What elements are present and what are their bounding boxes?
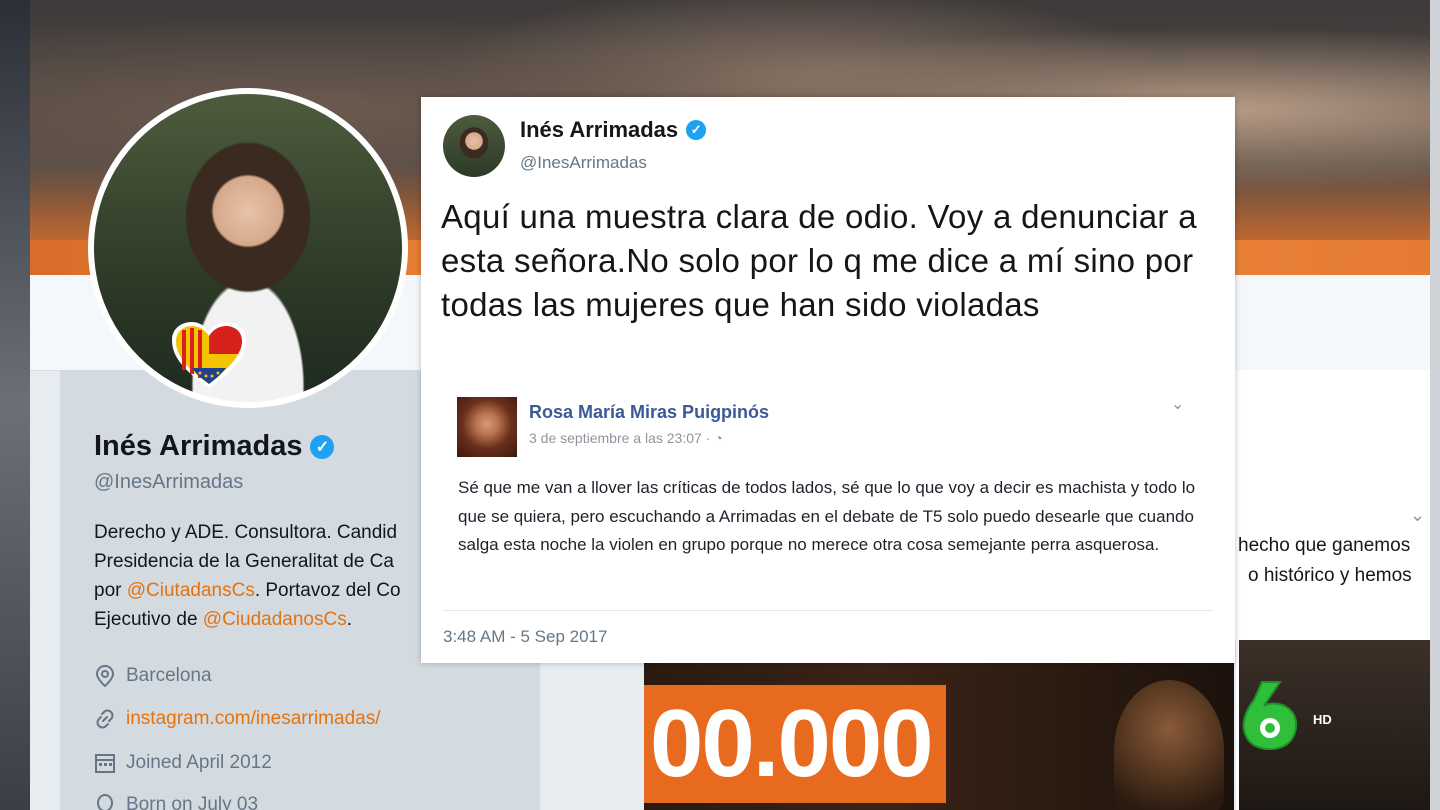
bio-line: Derecho y ADE. Consultora. Candid (94, 522, 398, 543)
bio-text: por (94, 580, 127, 601)
born-text: Born on July 03 (126, 794, 259, 810)
ciutadans-mention-link[interactable]: @CiutadansCs (127, 580, 255, 601)
profile-bio: Derecho y ADE. Consultora. Candid Presid… (94, 518, 434, 634)
video-frame-left-edge (0, 0, 30, 810)
location-pin-icon (94, 665, 116, 687)
background-tweet (1235, 370, 1430, 640)
background-tweet-text: o histórico y hemos (1248, 565, 1412, 586)
location-text: Barcelona (126, 665, 212, 686)
calendar-icon (94, 752, 116, 774)
verified-badge-icon: ✓ (310, 434, 335, 459)
profile-joined: Joined April 2012 (94, 752, 272, 774)
profile-name-text: Inés Arrimadas (94, 430, 303, 462)
balloon-icon (94, 794, 116, 810)
tweet-author-name[interactable]: Inés Arrimadas ✓ (520, 117, 707, 143)
media-thumbnail[interactable]: 00.000 (644, 660, 1234, 810)
crowd-photo (1114, 680, 1224, 810)
party-heart-logo-icon (172, 322, 246, 388)
facebook-post-date: 3 de septiembre a las 23:07 · ◔ (529, 430, 723, 446)
facebook-author-avatar (457, 397, 517, 457)
profile-avatar[interactable] (88, 88, 408, 408)
hd-badge: HD (1313, 712, 1332, 727)
profile-location: Barcelona (94, 665, 212, 687)
facebook-post-date-text: 3 de septiembre a las 23:07 · (529, 430, 715, 446)
bio-text: . Portavoz del Co (254, 580, 401, 601)
chevron-down-icon[interactable]: ⌄ (1410, 505, 1425, 526)
tweet-text: Aquí una muestra clara de odio. Voy a de… (441, 198, 1197, 323)
bio-line: por @CiutadansCs. Portavoz del Co (94, 576, 434, 605)
verified-badge-icon: ✓ (686, 120, 707, 140)
bio-line: Ejecutivo de @CiudadanosCs. (94, 605, 434, 634)
tweet-author-name-text: Inés Arrimadas (520, 117, 679, 142)
profile-website: instagram.com/inesarrimadas/ (94, 708, 380, 730)
link-icon (94, 708, 116, 730)
vote-counter: 00.000 (644, 685, 946, 803)
embedded-tweet-card: Inés Arrimadas ✓ @InesArrimadas Aquí una… (421, 97, 1235, 663)
tweet-author-handle[interactable]: @InesArrimadas (520, 153, 647, 173)
video-frame-right-edge (1430, 0, 1440, 810)
lasexta-logo-icon (1242, 681, 1298, 750)
profile-birthday: Born on July 03 (94, 794, 258, 810)
bio-text: Ejecutivo de (94, 609, 203, 630)
bio-line: Presidencia de la Generalitat de Ca (94, 551, 394, 572)
profile-handle: @InesArrimadas (94, 471, 244, 493)
globe-icon: ◔ (714, 430, 723, 446)
facebook-author-name: Rosa María Miras Puigpinós (529, 402, 770, 422)
facebook-post-screenshot: Rosa María Miras Puigpinós 3 de septiemb… (443, 382, 1213, 611)
tweet-timestamp[interactable]: 3:48 AM - 5 Sep 2017 (443, 627, 607, 647)
joined-text: Joined April 2012 (126, 752, 272, 773)
profile-name[interactable]: Inés Arrimadas ✓ (94, 430, 335, 463)
chevron-down-icon: ⌄ (1171, 396, 1185, 413)
background-tweet-text: hecho que ganemos (1238, 535, 1411, 556)
bio-text: . (346, 609, 352, 630)
website-link[interactable]: instagram.com/inesarrimadas/ (126, 708, 380, 730)
facebook-post-body: Sé que me van a llover las críticas de t… (458, 478, 1196, 554)
tweet-author-avatar[interactable] (443, 115, 505, 177)
ciudadanos-mention-link[interactable]: @CiudadanosCs (203, 609, 347, 630)
